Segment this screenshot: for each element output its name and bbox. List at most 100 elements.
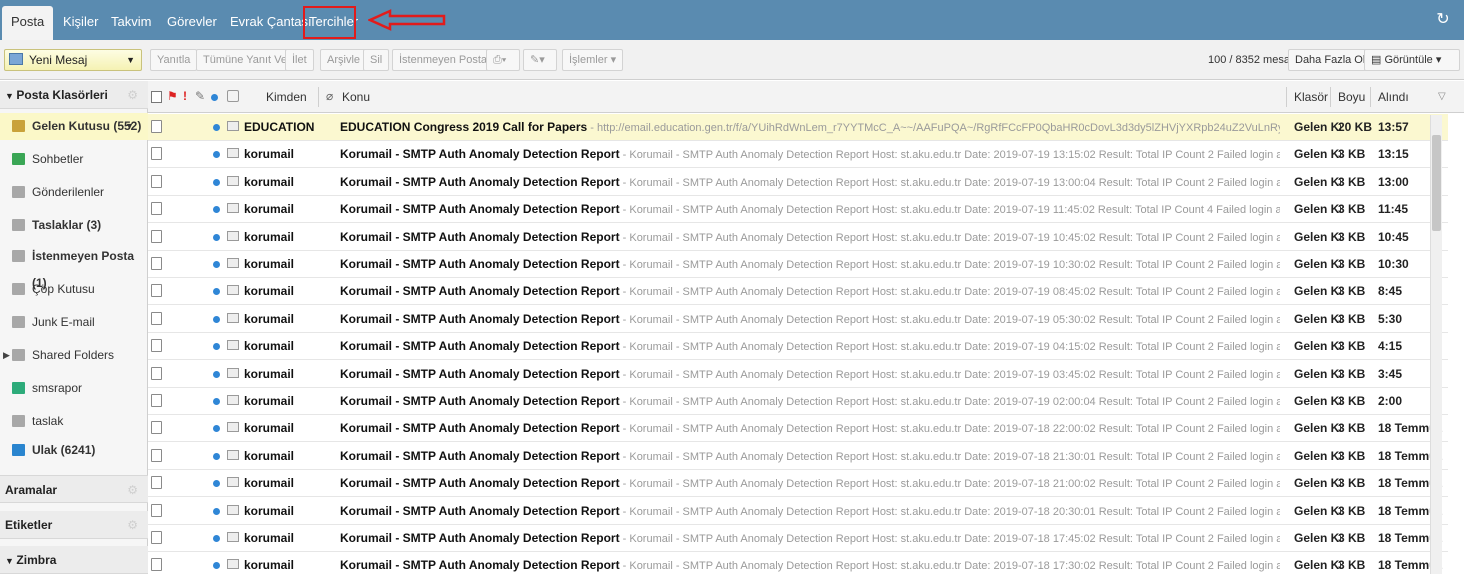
sidebar-item-ulak[interactable]: Ulak (6241): [0, 437, 148, 464]
scrollbar-thumb[interactable]: [1432, 135, 1441, 231]
scrollbar[interactable]: [1430, 115, 1442, 574]
table-row[interactable]: korumail Korumail - SMTP Auth Anomaly Det…: [148, 415, 1448, 443]
delete-button[interactable]: Sil: [363, 49, 390, 71]
select-all-checkbox[interactable]: [151, 91, 162, 103]
row-checkbox[interactable]: [151, 284, 162, 298]
archive-button[interactable]: Arşivle: [320, 49, 368, 71]
unread-dot-icon[interactable]: [213, 452, 220, 460]
gear-icon[interactable]: ⚙: [127, 511, 138, 539]
row-checkbox[interactable]: [151, 421, 162, 435]
tab-takvim[interactable]: Takvim: [111, 6, 151, 38]
unread-dot-icon[interactable]: [213, 315, 220, 323]
unread-dot-icon[interactable]: [213, 233, 220, 241]
sidebar-item-taslak[interactable]: taslak: [0, 408, 148, 435]
table-row[interactable]: korumail Korumail - SMTP Auth Anomaly Det…: [148, 169, 1448, 196]
col-from[interactable]: Kimden: [266, 81, 307, 113]
reply-all-button[interactable]: Tümüne Yanıt Ver: [196, 49, 298, 71]
unread-dot-icon[interactable]: [213, 398, 220, 405]
reply-button[interactable]: Yanıtla: [150, 49, 198, 71]
col-subject[interactable]: Konu: [342, 81, 370, 113]
tab-gorevler[interactable]: Görevler: [167, 6, 217, 38]
tag-button[interactable]: ✎▾: [523, 49, 557, 71]
row-checkbox[interactable]: [151, 311, 162, 325]
unread-dot-icon[interactable]: [213, 535, 220, 542]
tab-kisiler[interactable]: Kişiler: [63, 6, 98, 38]
attachment-icon[interactable]: ⌀: [326, 89, 333, 103]
row-checkbox[interactable]: [151, 202, 162, 216]
gear-icon[interactable]: ⚙: [127, 476, 138, 504]
sidebar-item-shared-folders[interactable]: ▶ Shared Folders: [0, 342, 148, 369]
table-row[interactable]: korumail Korumail - SMTP Auth Anomaly Det…: [148, 224, 1448, 251]
sidebar-item-inbox[interactable]: Gelen Kutusu (552) ▼: [0, 113, 148, 140]
sidebar-item-sent[interactable]: Gönderilenler: [0, 179, 148, 206]
row-checkbox[interactable]: [151, 476, 162, 490]
unread-dot-icon[interactable]: [213, 261, 220, 268]
row-checkbox[interactable]: [151, 531, 162, 544]
chevron-down-icon[interactable]: ▼: [125, 113, 134, 140]
searches-header[interactable]: Aramalar ⚙: [0, 475, 148, 503]
sidebar-item-junk[interactable]: Junk E-mail: [0, 309, 148, 336]
account-icon[interactable]: [227, 90, 239, 102]
row-checkbox[interactable]: [151, 558, 162, 572]
row-checkbox[interactable]: [151, 147, 162, 161]
unread-dot-icon[interactable]: [213, 562, 220, 570]
tag-icon[interactable]: ✎: [195, 89, 205, 103]
unread-dot-icon[interactable]: [213, 151, 220, 159]
table-row[interactable]: korumail Korumail - SMTP Auth Anomaly Det…: [148, 333, 1448, 361]
row-checkbox[interactable]: [151, 174, 162, 188]
refresh-icon[interactable]: ↻: [1434, 11, 1452, 29]
unread-dot-icon[interactable]: [213, 370, 220, 378]
priority-icon[interactable]: !: [183, 89, 187, 103]
unread-dot-icon[interactable]: [213, 288, 220, 296]
table-row[interactable]: korumail Korumail - SMTP Auth Anomaly Det…: [148, 141, 1448, 169]
unread-dot-icon[interactable]: [213, 124, 220, 131]
sidebar-item-trash[interactable]: Çöp Kutusu: [0, 276, 148, 303]
row-checkbox[interactable]: [151, 503, 162, 517]
row-checkbox[interactable]: [151, 448, 162, 462]
new-message-button[interactable]: Yeni Mesaj ▼: [4, 49, 142, 71]
mail-folders-header[interactable]: ▼ Posta Klasörleri ⚙: [0, 81, 148, 109]
row-checkbox[interactable]: [151, 120, 162, 133]
table-row[interactable]: korumail Korumail - SMTP Auth Anomaly Det…: [148, 278, 1448, 306]
sidebar-item-drafts[interactable]: Taslaklar (3): [0, 212, 148, 239]
unread-dot-icon[interactable]: [213, 507, 220, 515]
forward-button[interactable]: İlet: [285, 49, 314, 71]
table-row[interactable]: EDUCATION EDUCATION Congress 2019 Call fo…: [148, 114, 1448, 141]
collapse-icon[interactable]: ▼: [5, 91, 16, 101]
expand-icon[interactable]: ▶: [3, 342, 10, 369]
print-button[interactable]: ⎙▾: [486, 49, 520, 71]
unread-dot-icon[interactable]: [213, 206, 220, 214]
col-size[interactable]: Boyu: [1338, 81, 1365, 113]
unread-dot-icon[interactable]: [213, 343, 220, 351]
row-checkbox[interactable]: [151, 229, 162, 243]
tags-header[interactable]: Etiketler ⚙: [0, 511, 148, 539]
table-row[interactable]: korumail Korumail - SMTP Auth Anomaly Det…: [148, 470, 1448, 498]
unread-dot-icon[interactable]: [213, 178, 220, 186]
row-checkbox[interactable]: [151, 366, 162, 380]
table-row[interactable]: korumail Korumail - SMTP Auth Anomaly Det…: [148, 525, 1448, 552]
sidebar-item-spam[interactable]: İstenmeyen Posta (1): [0, 243, 148, 290]
row-checkbox[interactable]: [151, 394, 162, 407]
actions-button[interactable]: İşlemler ▾: [562, 49, 624, 71]
collapse-icon[interactable]: ▼: [5, 556, 16, 566]
table-row[interactable]: korumail Korumail - SMTP Auth Anomaly Det…: [148, 552, 1448, 574]
gear-icon[interactable]: ⚙: [127, 81, 138, 109]
read-status-icon[interactable]: [211, 94, 218, 101]
table-row[interactable]: korumail Korumail - SMTP Auth Anomaly Det…: [148, 251, 1448, 278]
unread-dot-icon[interactable]: [213, 480, 220, 488]
table-row[interactable]: korumail Korumail - SMTP Auth Anomaly Det…: [148, 196, 1448, 224]
row-checkbox[interactable]: [151, 257, 162, 270]
table-row[interactable]: korumail Korumail - SMTP Auth Anomaly Det…: [148, 361, 1448, 388]
col-received[interactable]: Alındı: [1378, 81, 1409, 113]
flag-icon[interactable]: ⚑: [167, 89, 178, 103]
table-row[interactable]: korumail Korumail - SMTP Auth Anomaly Det…: [148, 443, 1448, 470]
sort-icon[interactable]: ▽: [1438, 91, 1446, 102]
sidebar-item-smsrapor[interactable]: smsrapor: [0, 375, 148, 402]
col-folder[interactable]: Klasör: [1294, 81, 1328, 113]
spam-button[interactable]: İstenmeyen Posta: [392, 49, 495, 71]
tab-posta[interactable]: Posta: [2, 6, 54, 40]
table-row[interactable]: korumail Korumail - SMTP Auth Anomaly Det…: [148, 498, 1448, 525]
unread-dot-icon[interactable]: [213, 425, 220, 433]
chevron-down-icon[interactable]: ▼: [126, 50, 135, 70]
view-button[interactable]: ▤ Görüntüle ▾: [1364, 49, 1460, 71]
